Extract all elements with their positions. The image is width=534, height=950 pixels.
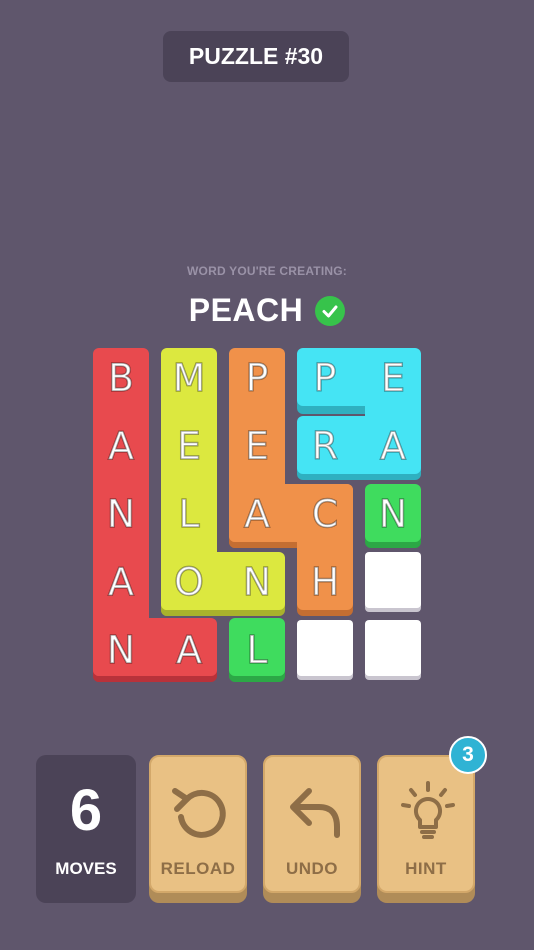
hint-button[interactable]: HINT — [377, 755, 475, 893]
empty-slot — [297, 620, 353, 676]
orange-word-piece-tail[interactable] — [297, 484, 353, 610]
target-word: PEACH — [188, 292, 304, 328]
target-word-row: PEACH — [0, 292, 534, 329]
empty-slot — [365, 620, 421, 676]
reload-icon — [172, 788, 226, 838]
reload-button[interactable]: RELOAD — [149, 755, 247, 893]
yellow-word-piece-foot[interactable] — [161, 552, 285, 610]
puzzle-title: PUZZLE #30 — [163, 31, 349, 82]
moves-counter: 6 MOVES — [36, 755, 136, 903]
moves-label: MOVES — [55, 859, 117, 878]
undo-button[interactable]: UNDO — [263, 755, 361, 893]
green-letter-tile-l[interactable] — [229, 618, 285, 676]
word-prompt-label: WORD YOU'RE CREATING: — [187, 264, 347, 278]
undo-arrow-icon — [290, 788, 340, 838]
lightbulb-icon — [401, 781, 455, 839]
check-circle-icon — [315, 295, 346, 326]
hint-count-badge: 3 — [449, 736, 487, 774]
undo-label: UNDO — [285, 859, 339, 878]
hint-label: HINT — [405, 859, 447, 878]
green-letter-tile-n[interactable] — [365, 484, 421, 542]
cyan-word-piece-top[interactable] — [297, 348, 421, 406]
moves-value: 6 — [69, 778, 103, 843]
reload-label: RELOAD — [160, 859, 236, 878]
empty-slot — [365, 552, 421, 608]
red-word-piece-foot[interactable] — [93, 618, 217, 676]
cyan-word-piece-bottom[interactable] — [297, 416, 421, 474]
